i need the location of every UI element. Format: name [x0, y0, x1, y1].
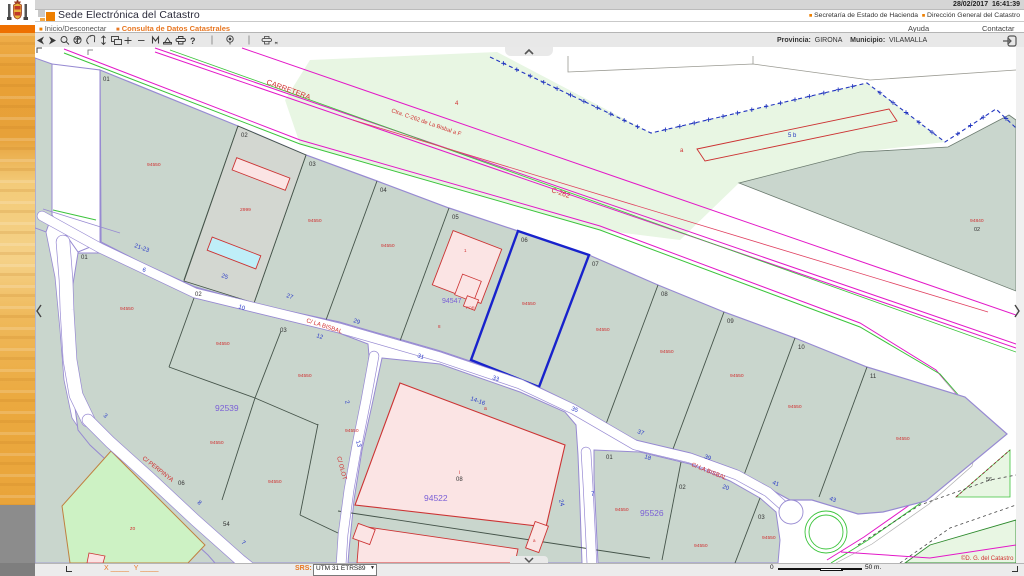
- svg-text:94547: 94547: [442, 298, 462, 305]
- svg-text:03: 03: [309, 162, 316, 168]
- svg-text:2999: 2999: [240, 207, 251, 213]
- svg-text:94550: 94550: [268, 479, 282, 485]
- svg-text:56: 56: [986, 477, 992, 483]
- svg-text:94840: 94840: [970, 218, 984, 224]
- svg-text:94550: 94550: [345, 428, 359, 434]
- svg-text:94550: 94550: [522, 301, 536, 307]
- svg-text:06: 06: [178, 481, 185, 487]
- svg-text:92539: 92539: [215, 403, 239, 413]
- svg-text:06: 06: [521, 238, 528, 244]
- svg-text:11: 11: [870, 374, 877, 380]
- svg-text:94550: 94550: [762, 535, 776, 541]
- svg-text:08: 08: [661, 292, 668, 298]
- svg-text:10: 10: [798, 345, 805, 351]
- svg-text:94550: 94550: [596, 327, 610, 333]
- svg-text:01: 01: [81, 255, 88, 261]
- svg-text:94550: 94550: [615, 507, 629, 513]
- svg-text:04: 04: [380, 188, 387, 194]
- svg-text:94550: 94550: [216, 341, 230, 347]
- svg-text:94550: 94550: [660, 349, 674, 355]
- svg-text:94550: 94550: [896, 436, 910, 442]
- svg-text:5 b: 5 b: [788, 133, 797, 139]
- svg-text:94550: 94550: [788, 404, 802, 410]
- svg-text:94522: 94522: [424, 493, 448, 503]
- svg-text:02: 02: [679, 485, 686, 491]
- svg-text:08: 08: [456, 477, 463, 483]
- svg-text:94550: 94550: [730, 373, 744, 379]
- svg-text:94550: 94550: [210, 440, 224, 446]
- svg-text:i: i: [459, 470, 460, 476]
- svg-text:01: 01: [103, 77, 110, 83]
- svg-text:94550: 94550: [120, 306, 134, 312]
- svg-text:a: a: [484, 406, 487, 412]
- svg-text:POR: POR: [466, 305, 475, 310]
- svg-text:02: 02: [974, 227, 980, 233]
- svg-text:02: 02: [195, 292, 202, 298]
- svg-text:54: 54: [223, 522, 230, 528]
- svg-text:03: 03: [280, 328, 287, 334]
- svg-text:zo: zo: [130, 526, 136, 532]
- svg-text:94550: 94550: [694, 543, 708, 549]
- svg-text:94550: 94550: [308, 218, 322, 224]
- svg-text:?: ?: [190, 36, 196, 46]
- svg-text:03: 03: [758, 515, 765, 521]
- svg-text:07: 07: [592, 262, 599, 268]
- svg-text:09: 09: [727, 319, 734, 325]
- svg-text:95526: 95526: [640, 508, 664, 518]
- svg-text:©D. G. del Catastro: ©D. G. del Catastro: [961, 555, 1014, 562]
- svg-text:94550: 94550: [147, 162, 161, 168]
- svg-text:05: 05: [452, 215, 459, 221]
- svg-text:02: 02: [241, 133, 248, 139]
- svg-text:01: 01: [606, 455, 613, 461]
- svg-text:94550: 94550: [381, 243, 395, 249]
- svg-text:94550: 94550: [298, 373, 312, 379]
